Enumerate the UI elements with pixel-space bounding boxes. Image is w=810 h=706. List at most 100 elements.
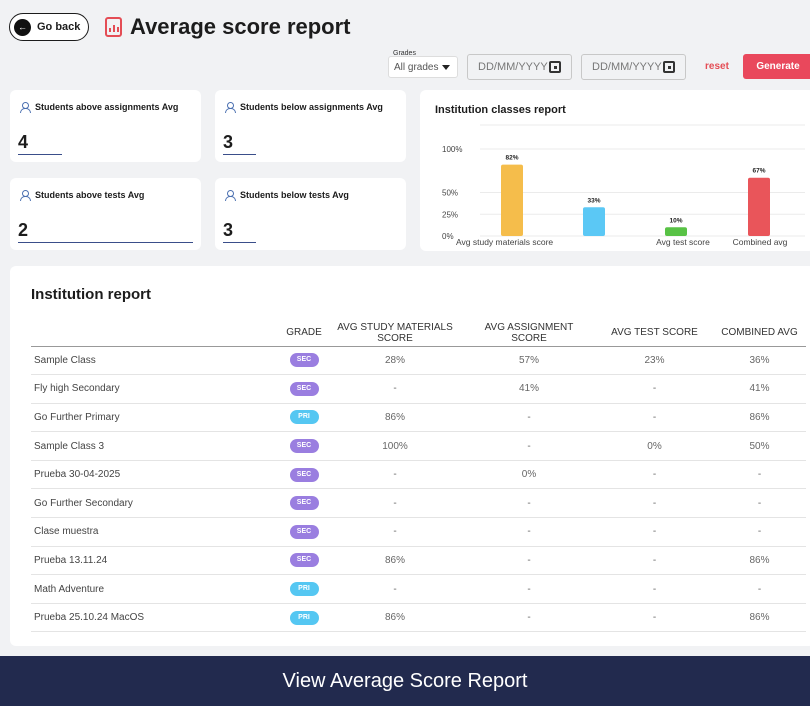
y-tick-label: 50% [442,189,458,198]
grade-cell: SEC [280,460,328,490]
go-back-button[interactable]: ← Go back [9,13,89,41]
footer-label: View Average Score Report [282,669,528,692]
table-row[interactable]: Go Further Primary PRI 86% - -86% [31,403,806,433]
grade-badge: SEC [289,467,319,482]
stat-underline [223,242,256,243]
score-cell: - [328,488,462,519]
class-name-cell: Clase muestra [31,517,280,547]
institution-report-table: GRADE AVG STUDY MATERIALS SCORE AVG ASSIGN… [31,320,806,633]
column-header: AVG TEST SCORE [596,320,713,347]
stat-card-above-assignments: Students above assignments Avg 4 [10,90,201,162]
institution-classes-chart-card: Institution classes report 0% 25% 50% 100% 8… [420,90,810,251]
grade-badge: PRI [289,582,319,597]
generate-button[interactable]: Generate [743,54,810,79]
date-from-input[interactable]: DD/MM/YYYY [467,54,572,80]
stat-label: Students above assignments Avg [35,102,179,112]
table-row[interactable]: Clase muestra SEC - - - - [31,517,806,547]
stat-value: 3 [223,132,234,152]
stat-label: Students below assignments Avg [240,102,383,112]
stat-label: Students above tests Avg [35,190,145,200]
grade-cell: PRI [280,574,328,604]
stat-card-below-tests: Students below tests Avg 3 [215,178,406,250]
grade-badge: PRI [289,610,319,625]
stat-card-above-tests: Students above tests Avg 2 [10,178,201,250]
calendar-icon[interactable] [549,61,561,73]
score-cell: - [462,574,596,604]
x-category-label: Avg test score [656,237,710,247]
table-row[interactable]: Prueba 13.11.24 SEC 86% - -86% [31,546,806,576]
table-row[interactable]: Math Adventure PRI - - - - [31,574,806,604]
score-cell: - [462,403,596,433]
bar-1 [583,207,605,236]
stat-label-wrap: Students below assignments Avg [225,102,383,113]
class-name-cell: Prueba 25.10.24 MacOS [31,603,280,633]
x-category-label: Combined avg [733,237,788,247]
date-to-input[interactable]: DD/MM/YYYY [581,54,686,80]
score-cell: - [596,603,713,633]
bar-3 [748,177,770,236]
score-cell: - [596,460,713,490]
score-cell: 41% [462,374,596,404]
stat-underline [18,154,62,155]
table-body: Sample Class SEC 28% 57% 23% 36% Fly high Seco… [31,346,806,633]
bar-value-label: 33% [587,197,600,204]
class-name-cell: Math Adventure [31,574,280,604]
table-row[interactable]: Prueba 25.10.24 MacOS PRI 86% - -86% [31,603,806,633]
grade-badge: SEC [289,439,319,454]
grade-cell: SEC [280,488,328,519]
score-cell: - [328,574,462,604]
grades-select[interactable]: All grades [388,56,458,78]
grade-cell: PRI [280,403,328,433]
score-cell: 86% [713,403,806,433]
bar-value-label: 82% [505,155,518,162]
table-row[interactable]: Sample Class SEC 28% 57% 23% 36% [31,346,806,376]
table-row[interactable]: Fly high Secondary SEC -41% -41% [31,374,806,404]
bar-0 [501,164,523,236]
user-icon [225,102,236,113]
stat-underline [18,242,193,243]
institution-report-title: Institution report [31,286,151,303]
score-cell: - [596,488,713,519]
score-cell: - [328,517,462,547]
grade-cell: SEC [280,374,328,404]
calendar-icon[interactable] [663,61,675,73]
score-cell: - [462,517,596,547]
column-header: GRADE [280,320,328,347]
stat-underline [223,154,256,155]
grade-cell: SEC [280,431,328,461]
score-cell: - [328,460,462,490]
column-header: AVG ASSIGNMENT SCORE [462,320,596,347]
stat-value: 4 [18,132,29,152]
table-row[interactable]: Go Further Secondary SEC - - - - [31,488,806,519]
score-cell: - [596,374,713,404]
view-average-score-report-banner[interactable]: View Average Score Report [0,656,810,706]
page-title-area: Average score report [105,14,351,40]
date-to-placeholder: DD/MM/YYYY [592,61,662,73]
column-header: AVG STUDY MATERIALS SCORE [328,320,462,347]
score-cell: - [713,460,806,490]
bar-value-label: 67% [752,168,765,175]
grade-badge: SEC [289,553,319,568]
column-header [31,320,280,347]
class-name-cell: Prueba 30-04-2025 [31,460,280,490]
user-icon [225,190,236,201]
table-row[interactable]: Prueba 30-04-2025 SEC -0% - - [31,460,806,490]
class-name-cell: Go Further Primary [31,403,280,433]
bar-2 [665,227,687,236]
class-name-cell: Sample Class 3 [31,431,280,461]
reset-link[interactable]: reset [705,61,729,72]
score-cell: - [713,574,806,604]
table-row[interactable]: Sample Class 3 SEC 100% -0% 50% [31,431,806,461]
user-icon [20,190,31,201]
score-cell: 57% [462,346,596,376]
grade-badge: SEC [289,381,319,396]
y-tick-label: 100% [442,145,462,154]
caret-down-icon [442,65,450,70]
y-tick-label: 25% [442,210,458,219]
score-cell: - [596,517,713,547]
go-back-label: Go back [37,21,81,33]
date-from-placeholder: DD/MM/YYYY [478,61,548,73]
score-cell: 86% [713,546,806,576]
score-cell: 0% [596,431,713,461]
stat-value: 3 [223,220,234,240]
